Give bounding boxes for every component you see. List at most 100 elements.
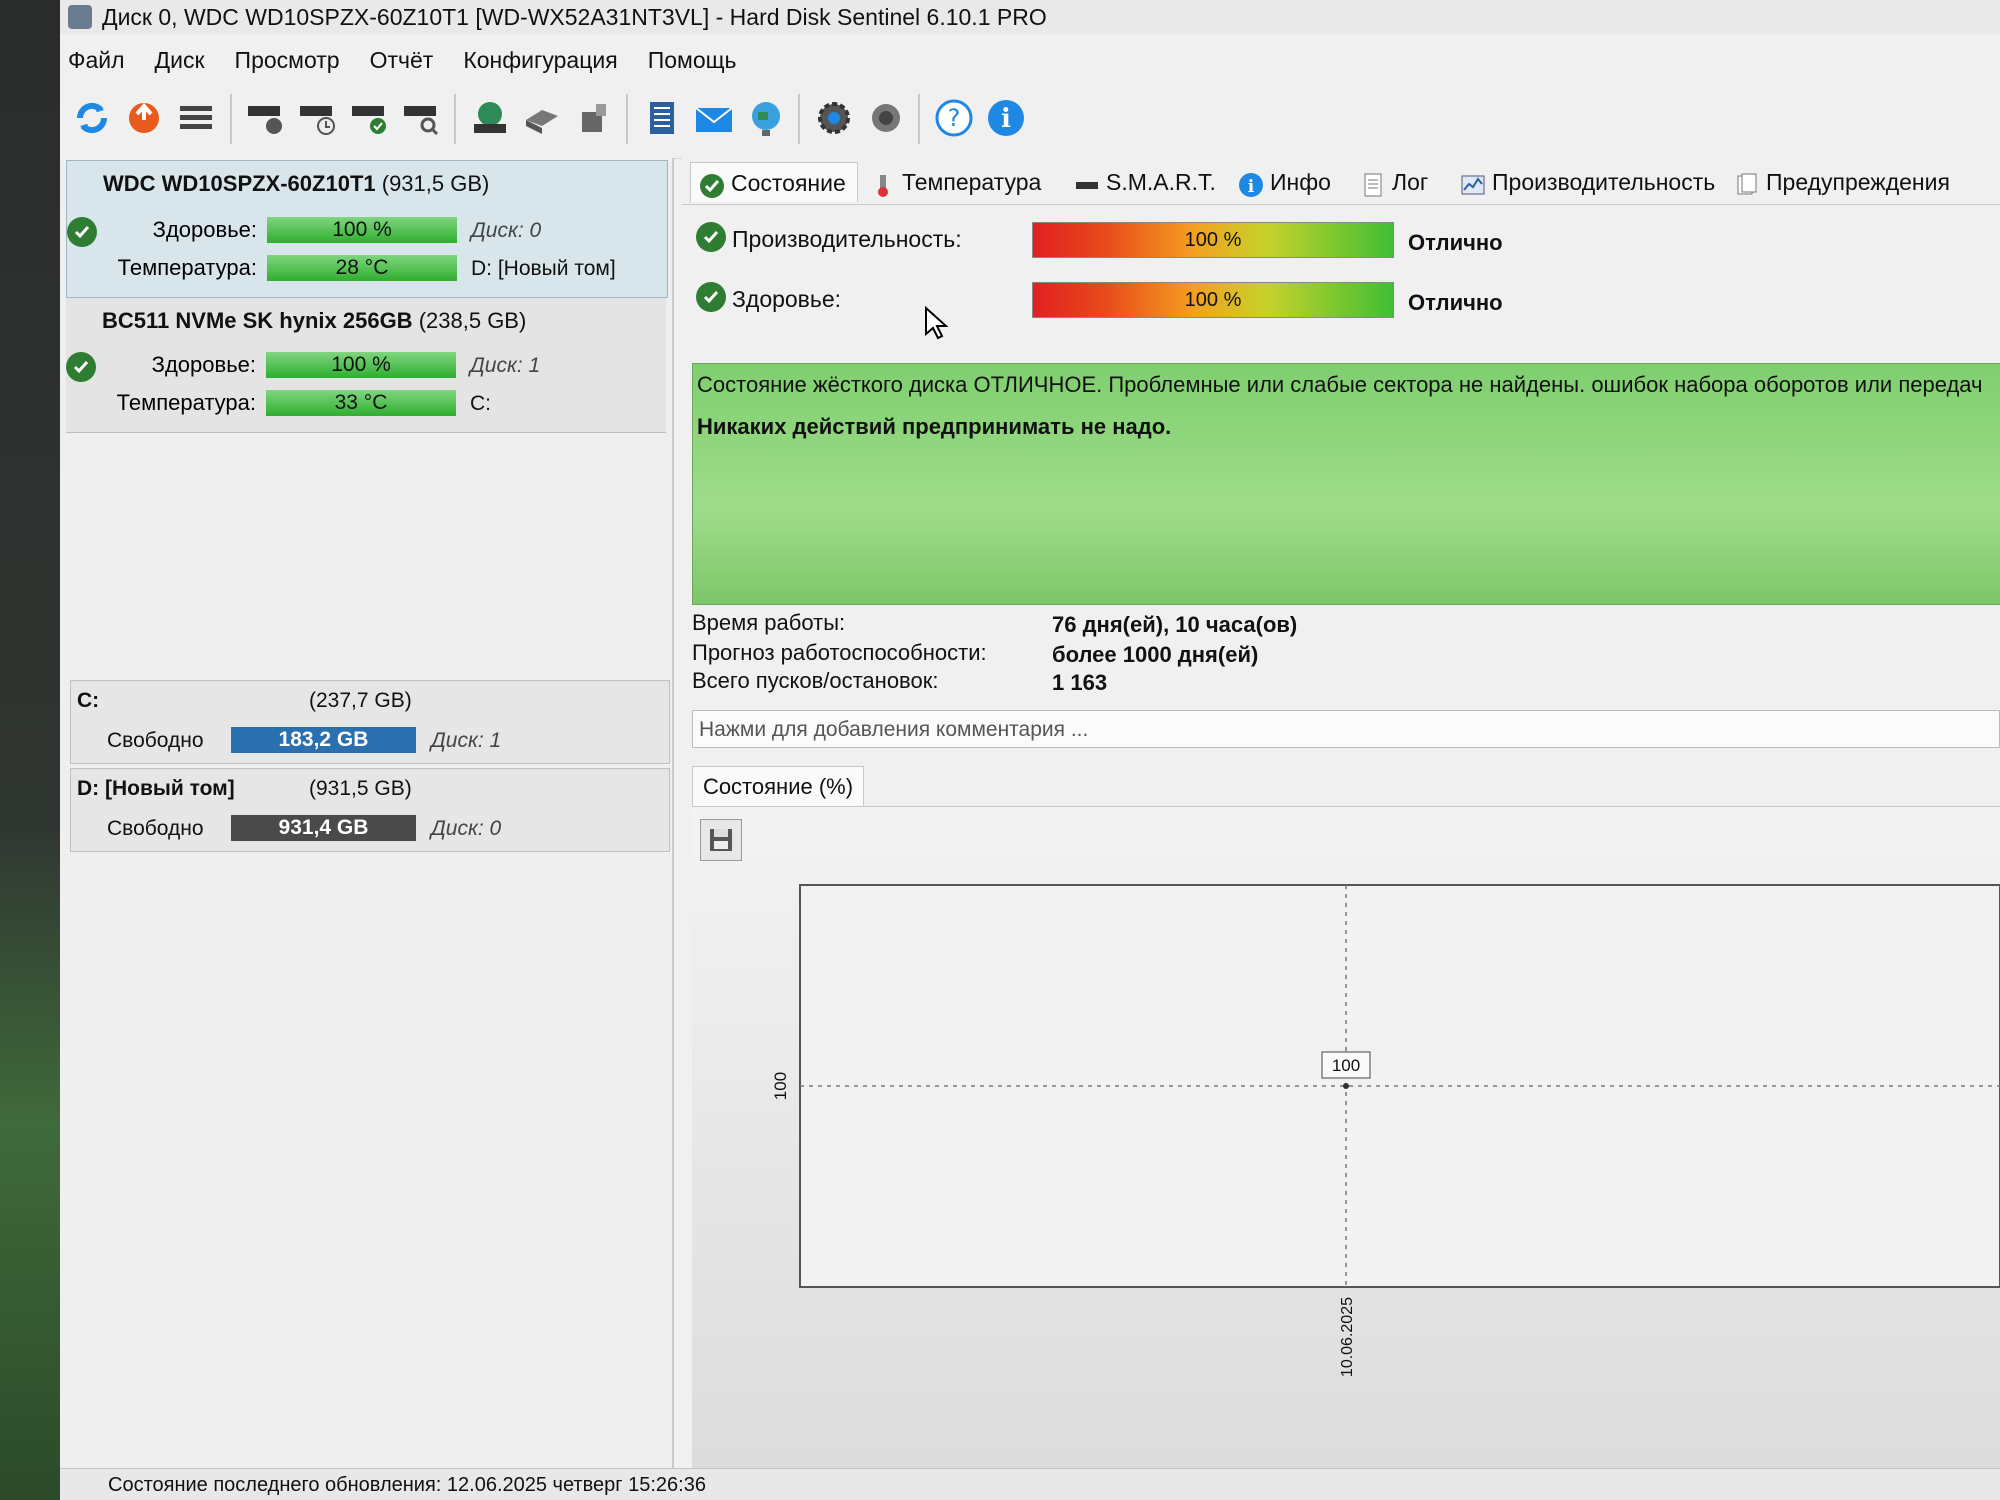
tab-bar: Состояние Температура S.M.A.R.T. i Инфо … [682, 158, 2000, 205]
tab-warnings[interactable]: Предупреждения [1726, 162, 1956, 202]
temperature-label: Температура: [117, 255, 257, 280]
log-icon [1360, 170, 1386, 197]
health-bar: 100 % [267, 217, 457, 243]
svg-text:?: ? [948, 104, 961, 132]
tab-label: S.M.A.R.T. [1106, 169, 1216, 195]
sound-icon[interactable] [860, 92, 912, 144]
tab-status-percent[interactable]: Состояние (%) [692, 766, 864, 807]
disk-item-1[interactable]: BC511 NVMe SK hynix 256GB (238,5 GB) Здо… [66, 298, 666, 433]
update-icon[interactable] [118, 92, 170, 144]
tab-info[interactable]: i Инфо [1230, 162, 1348, 202]
status-bar: Состояние последнего обновления: 12.06.2… [60, 1468, 2000, 1500]
partition-d[interactable]: D: [Новый том] (931,5 GB) Свободно 931,4… [70, 768, 670, 852]
window-title: Диск 0, WDC WD10SPZX-60Z10T1 [WD-WX52A31… [102, 4, 1047, 30]
tab-smart[interactable]: S.M.A.R.T. [1066, 162, 1226, 202]
info-icon: i [1238, 170, 1264, 197]
svg-text:i: i [1248, 177, 1255, 197]
smart-icon [1074, 170, 1100, 196]
data-point [1343, 1083, 1349, 1089]
mail-icon[interactable] [688, 92, 740, 144]
menu-help[interactable]: Помощь [648, 40, 737, 80]
external-disk-icon[interactable] [516, 92, 568, 144]
health-value: 100 % [1184, 289, 1242, 311]
temperature-bar: 33 °C [266, 390, 456, 416]
chart-panel: 100 100 10.06.2025 [692, 806, 2000, 1469]
free-label: Свободно [107, 817, 204, 840]
forecast-value: более 1000 дня(ей) [1052, 642, 1259, 667]
menu-file[interactable]: Файл [68, 40, 125, 80]
menu-config[interactable]: Конфигурация [463, 40, 617, 80]
report-icon[interactable] [636, 92, 688, 144]
starts-value: 1 163 [1052, 670, 1108, 695]
partition-disk-number: Диск: 1 [431, 729, 502, 752]
menu-bar: Файл Диск Просмотр Отчёт Конфигурация Помощь [60, 40, 2000, 80]
tab-temperature[interactable]: Температура [862, 162, 1062, 202]
toolbar: ? i [60, 84, 2000, 159]
settings-icon[interactable] [808, 92, 860, 144]
menu-view[interactable]: Просмотр [235, 40, 340, 80]
usb-disk-icon[interactable] [568, 92, 620, 144]
disk-name: BC511 NVMe SK hynix 256GB [102, 308, 413, 333]
check-icon [699, 171, 725, 198]
title-bar: Диск 0, WDC WD10SPZX-60Z10T1 [WD-WX52A31… [60, 0, 2000, 34]
free-space-bar: 931,4 GB [231, 815, 416, 841]
tab-label: Лог [1392, 169, 1429, 195]
disk-volume: D: [Новый том] [471, 257, 616, 280]
disk-search-icon[interactable] [396, 92, 448, 144]
forecast-label: Прогноз работоспособности: [692, 640, 987, 665]
free-label: Свободно [107, 729, 204, 752]
disk-number: Диск: 1 [470, 354, 541, 377]
partition-name: C: [77, 689, 100, 712]
mouse-cursor-icon [925, 306, 948, 340]
health-label: Здоровье: [151, 352, 256, 377]
partition-c[interactable]: C: (237,7 GB) Свободно 183,2 GB Диск: 1 [70, 680, 670, 764]
menu-disk[interactable]: Диск [155, 40, 205, 80]
tab-status[interactable]: Состояние [690, 162, 858, 202]
partition-size: (237,7 GB) [309, 689, 412, 712]
partition-size: (931,5 GB) [309, 777, 412, 800]
disk-title: BC511 NVMe SK hynix 256GB (238,5 GB) [102, 308, 526, 334]
uptime-value: 76 дня(ей), 10 часа(ов) [1052, 612, 1298, 637]
save-chart-button[interactable] [700, 819, 742, 861]
tab-log[interactable]: Лог [1352, 162, 1448, 202]
globe-icon[interactable] [740, 92, 792, 144]
performance-chart-icon [1460, 170, 1486, 196]
refresh-icon[interactable] [66, 92, 118, 144]
tab-label: Температура [902, 169, 1042, 195]
performance-ok-icon [696, 222, 726, 252]
thermometer-icon [870, 170, 896, 197]
tab-performance[interactable]: Производительность [1452, 162, 1722, 202]
tab-label: Состояние [731, 170, 846, 196]
disk-size: (238,5 GB) [418, 308, 527, 333]
network-disk-icon[interactable] [464, 92, 516, 144]
health-label: Здоровье: [152, 217, 257, 242]
toolbar-separator [918, 94, 920, 144]
svg-text:i: i [1001, 104, 1011, 134]
menu-report[interactable]: Отчёт [370, 40, 434, 80]
toolbar-separator [454, 94, 456, 144]
comment-field[interactable]: Нажми для добавления комментария ... [692, 710, 2000, 748]
temperature-label: Температура: [116, 390, 256, 415]
disk-volume: C: [470, 392, 491, 415]
list-icon[interactable] [170, 92, 222, 144]
starts-label: Всего пусков/остановок: [692, 668, 939, 693]
status-advice: Никаких действий предпринимать не надо. [697, 414, 1172, 439]
details-panel: Состояние Температура S.M.A.R.T. i Инфо … [682, 158, 2000, 1469]
disk-schedule-icon[interactable] [292, 92, 344, 144]
warnings-icon [1734, 170, 1760, 196]
toolbar-separator [626, 94, 628, 144]
status-message-box: Состояние жёсткого диска ОТЛИЧНОЕ. Пробл… [692, 363, 2000, 605]
toolbar-separator [230, 94, 232, 144]
health-ok-icon [696, 282, 726, 312]
data-label: 100 [1332, 1056, 1360, 1075]
performance-grade: Отлично [1408, 230, 1503, 255]
disk-ok-icon[interactable] [344, 92, 396, 144]
help-icon[interactable]: ? [928, 92, 980, 144]
disk-size: (931,5 GB) [381, 171, 490, 196]
disk-item-0[interactable]: WDC WD10SPZX-60Z10T1 (931,5 GB) Здоровье… [66, 160, 668, 298]
disk-test-icon[interactable] [240, 92, 292, 144]
info-icon[interactable]: i [980, 92, 1032, 144]
tab-label: Производительность [1492, 169, 1716, 195]
status-message: Состояние жёсткого диска ОТЛИЧНОЕ. Пробл… [697, 372, 1983, 397]
x-tick-label: 10.06.2025 [1339, 1297, 1356, 1377]
